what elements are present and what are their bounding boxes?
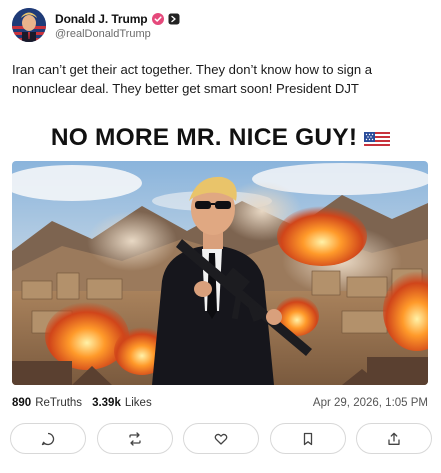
handle[interactable]: @realDonaldTrump — [55, 28, 180, 40]
like-icon — [214, 433, 228, 445]
author-names: Donald J. Trump @realDonaldTrump — [55, 11, 180, 40]
bookmark-button[interactable] — [269, 423, 346, 454]
retruth-icon — [128, 431, 141, 446]
bookmark-icon — [303, 432, 312, 445]
headline-text: NO MORE MR. NICE GUY! — [50, 124, 358, 151]
retruth-button[interactable] — [96, 423, 173, 454]
retruths-count: 890 — [12, 397, 32, 409]
like-button[interactable] — [183, 423, 259, 454]
display-name[interactable]: Donald J. Trump — [55, 12, 148, 26]
likes-stat[interactable]: 3.39k Likes — [92, 397, 152, 409]
retruths-label: ReTruths — [35, 397, 83, 409]
timestamp[interactable]: Apr 29, 2026, 1:05 PM — [313, 397, 428, 409]
likes-label: Likes — [124, 397, 152, 409]
share-icon — [388, 432, 400, 445]
verified-badge-icon — [151, 12, 164, 25]
follow-arrow-icon[interactable] — [168, 13, 180, 25]
likes-count: 3.39k — [92, 397, 121, 409]
action-bar — [10, 423, 432, 455]
share-button[interactable] — [356, 423, 432, 454]
retruths-stat[interactable]: 890 ReTruths — [12, 397, 82, 409]
post-header: Donald J. Trump @realDonaldTrump — [12, 6, 180, 44]
reply-button[interactable] — [10, 423, 86, 454]
post-text: Iran can’t get their act together. They … — [12, 62, 373, 96]
us-flag-icon — [364, 129, 391, 147]
post-card: Donald J. Trump @realDonaldTrump Iran ca… — [0, 0, 441, 473]
post-image[interactable] — [12, 161, 428, 385]
image-headline: NO MORE MR. NICE GUY! — [0, 124, 441, 152]
post-stats: 890 ReTruths 3.39k Likes Apr 29, 2026, 1… — [12, 394, 428, 412]
avatar[interactable] — [12, 8, 46, 42]
reply-icon — [41, 432, 55, 445]
